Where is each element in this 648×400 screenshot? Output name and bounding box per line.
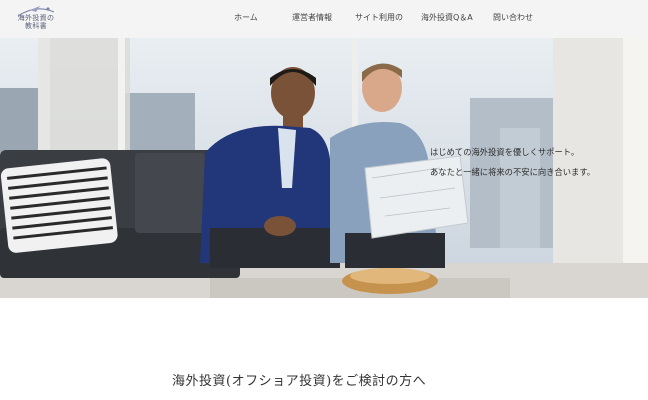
nav-item-contact[interactable]: 問い合わせ xyxy=(493,12,533,23)
nav-item-operator-info[interactable]: 運営者情報 xyxy=(292,12,332,23)
nav-item-home[interactable]: ホーム xyxy=(234,12,258,23)
site-header: 海外投資の教科書 ホーム 運営者情報 サイト利用の 海外投資Q＆A 問い合わせ xyxy=(0,0,648,39)
nav-item-site-usage[interactable]: サイト利用の xyxy=(355,12,403,23)
nav-item-qa[interactable]: 海外投資Q＆A xyxy=(421,12,473,23)
main-nav: ホーム 運営者情報 サイト利用の 海外投資Q＆A 問い合わせ xyxy=(0,0,648,38)
hero-tagline-line2: あなたと一緒に将来の不安に向き合います。 xyxy=(430,167,596,177)
striped-pillow xyxy=(0,158,118,253)
section-title: 海外投資(オフショア投資)をご検討の方へ xyxy=(172,374,427,389)
hero-banner: はじめての海外投資を優しくサポート。 あなたと一緒に将来の不安に向き合います。 xyxy=(0,38,648,298)
hero-tagline: はじめての海外投資を優しくサポート。 あなたと一緒に将来の不安に向き合います。 xyxy=(430,142,645,182)
hero-tagline-line1: はじめての海外投資を優しくサポート。 xyxy=(430,147,580,157)
